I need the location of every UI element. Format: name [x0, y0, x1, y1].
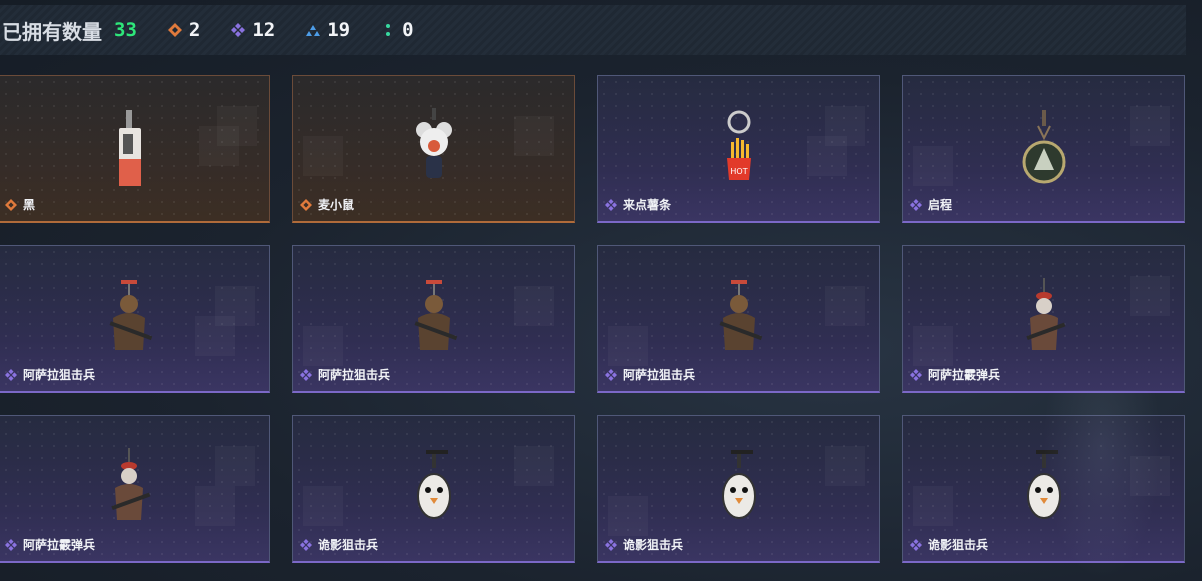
- item-name: 阿萨拉霰弹兵: [928, 368, 1001, 382]
- blue-triangle-icon: [305, 22, 321, 38]
- item-card[interactable]: 麦小鼠: [292, 75, 575, 223]
- blue-rarity-count: 19: [305, 19, 350, 41]
- sniper-charm-icon: [99, 274, 159, 364]
- purple-diamond-icon: [230, 22, 246, 38]
- item-name: 诡影狙击兵: [623, 538, 684, 552]
- item-card[interactable]: 阿萨拉狙击兵: [292, 245, 575, 393]
- item-name: 启程: [928, 198, 953, 212]
- orange-diamond-icon: [4, 198, 18, 212]
- purple-diamond-icon: [909, 198, 923, 212]
- item-card[interactable]: 诡影狙击兵: [292, 415, 575, 563]
- green-rarity-count: 0: [380, 19, 414, 41]
- purple-diamond-icon: [299, 538, 313, 552]
- fries-charm-icon: HOT: [709, 104, 769, 194]
- background-glow: [1042, 390, 1162, 580]
- item-name: 阿萨拉狙击兵: [623, 368, 696, 382]
- item-card[interactable]: 黑: [0, 75, 270, 223]
- sniper-charm-icon: [709, 274, 769, 364]
- item-name: 阿萨拉狙击兵: [318, 368, 391, 382]
- orange-count-value: 2: [188, 19, 201, 41]
- orange-diamond-icon: [299, 198, 313, 212]
- item-name: 黑: [23, 198, 36, 212]
- owned-count-title: 已拥有数量: [2, 19, 102, 44]
- item-card[interactable]: HOT 来点薯条: [597, 75, 880, 223]
- item-card[interactable]: 启程: [902, 75, 1185, 223]
- item-name: 阿萨拉霰弹兵: [23, 538, 96, 552]
- purple-rarity-count: 12: [230, 19, 275, 41]
- purple-diamond-icon: [909, 368, 923, 382]
- goose-charm-icon: [709, 444, 769, 534]
- item-card[interactable]: 诡影狙击兵: [597, 415, 880, 563]
- goose-charm-icon: [404, 444, 464, 534]
- purple-diamond-icon: [604, 538, 618, 552]
- orange-rarity-count: 2: [167, 19, 200, 41]
- blue-count-value: 19: [327, 19, 351, 41]
- item-name: 阿萨拉狙击兵: [23, 368, 96, 382]
- item-name: 来点薯条: [623, 198, 672, 212]
- sniper-charm-icon: [404, 274, 464, 364]
- purple-count-value: 12: [252, 19, 276, 41]
- purple-diamond-icon: [909, 538, 923, 552]
- medal-charm-icon: [1014, 104, 1074, 194]
- mouse-charm-icon: [404, 104, 464, 194]
- green-dots-icon: [380, 22, 396, 38]
- item-card[interactable]: 阿萨拉霰弹兵: [902, 245, 1185, 393]
- purple-diamond-icon: [4, 538, 18, 552]
- black-box-charm-icon: [99, 104, 159, 194]
- item-name: 麦小鼠: [318, 198, 355, 212]
- green-count-value: 0: [402, 19, 414, 41]
- item-card[interactable]: 阿萨拉狙击兵: [0, 245, 270, 393]
- item-card[interactable]: 阿萨拉狙击兵: [597, 245, 880, 393]
- item-name: 诡影狙击兵: [318, 538, 379, 552]
- purple-diamond-icon: [604, 198, 618, 212]
- purple-diamond-icon: [4, 368, 18, 382]
- shotgunner-charm-icon: [1014, 274, 1074, 364]
- item-name: 诡影狙击兵: [928, 538, 989, 552]
- svg-text:HOT: HOT: [730, 167, 747, 176]
- orange-diamond-icon: [167, 22, 183, 38]
- shotgunner-charm-icon: [99, 444, 159, 534]
- owned-total-count: 33: [114, 19, 137, 41]
- owned-count-bar: 已拥有数量 33 2 12 19 0: [0, 5, 1186, 55]
- purple-diamond-icon: [604, 368, 618, 382]
- item-card[interactable]: 阿萨拉霰弹兵: [0, 415, 270, 563]
- purple-diamond-icon: [299, 368, 313, 382]
